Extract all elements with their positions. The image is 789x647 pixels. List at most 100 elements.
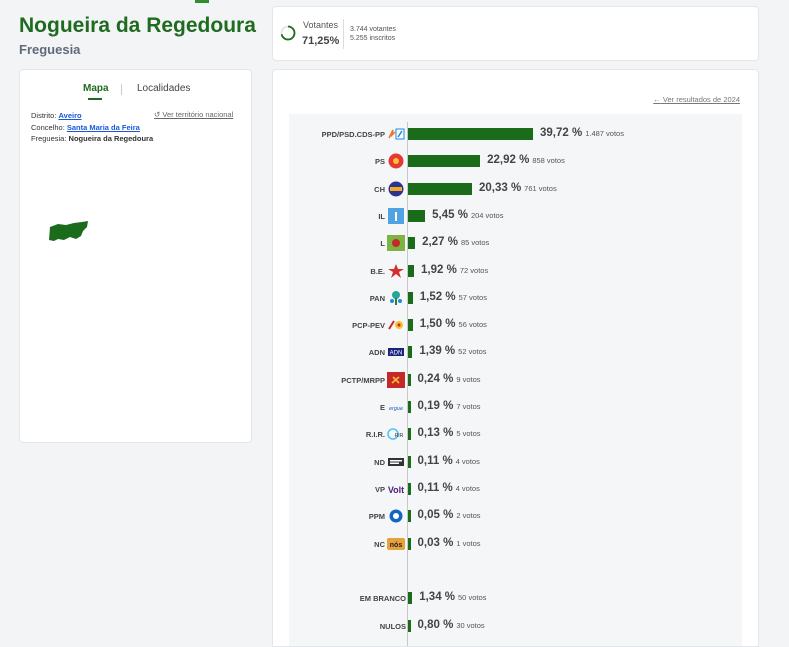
party-label: ND xyxy=(374,457,385,467)
result-pct-label: 0,13 % 5 votos xyxy=(418,427,481,439)
result-pct-value: 2,27 % xyxy=(422,236,458,249)
result-bar[interactable] xyxy=(408,428,411,441)
concelho-row: Concelho: Santa Maria da Feira xyxy=(31,123,140,132)
result-row: B.E. 1,92 % 72 votos xyxy=(289,262,742,282)
pctp-logo-icon xyxy=(387,371,405,388)
result-pct-label: 0,11 % 4 votos xyxy=(418,455,480,467)
result-votes-label: 57 votos xyxy=(458,292,487,302)
result-row: PPM 0,05 % 2 votos xyxy=(289,507,742,527)
result-bar[interactable] xyxy=(408,346,413,359)
ver-resultados-label: Ver resultados de 2024 xyxy=(662,95,740,104)
pan-logo-icon xyxy=(387,290,405,306)
result-bar[interactable] xyxy=(408,128,533,140)
freguesia-map-shape[interactable] xyxy=(48,219,90,243)
party-label: R.I.R. xyxy=(365,430,385,440)
result-pct-label: 1,34 % 50 votos xyxy=(419,591,486,603)
result-row: NULOS 0,80 % 30 votos xyxy=(289,617,742,637)
results-card: ← Ver resultados de 2024 PPD/PSD.CDS-PP 3… xyxy=(272,69,759,647)
active-tab-indicator xyxy=(88,98,102,100)
result-bar[interactable] xyxy=(408,482,411,495)
result-bar[interactable] xyxy=(408,619,411,632)
result-votes-label: 85 votos xyxy=(460,238,490,248)
party-label: L xyxy=(380,239,385,249)
result-pct-value: 1,50 % xyxy=(419,318,456,331)
result-bar[interactable] xyxy=(408,319,413,332)
party-label: PCP-PEV xyxy=(352,321,385,331)
votantes-count: 3.744 votantes xyxy=(350,26,396,33)
map-tabs: Mapa Localidades xyxy=(20,83,251,101)
result-votes-label: 858 votos xyxy=(532,156,565,166)
result-bar[interactable] xyxy=(408,455,411,468)
result-row: L 2,27 % 85 votos xyxy=(289,234,742,254)
result-row: R.I.R. RIR 0,13 % 5 votos xyxy=(289,425,742,445)
page-subtitle: Freguesia xyxy=(19,42,81,57)
result-bar[interactable] xyxy=(408,401,411,413)
result-votes-label: 7 votos xyxy=(456,402,481,411)
result-bar[interactable] xyxy=(408,182,472,195)
result-pct-value: 0,80 % xyxy=(417,618,454,631)
party-label: PAN xyxy=(369,293,385,303)
result-pct-value: 0,03 % xyxy=(417,536,454,549)
svg-text:RIR: RIR xyxy=(395,433,404,439)
result-pct-label: 0,19 % 7 votos xyxy=(418,400,481,412)
inscritos-count: 5.255 inscritos xyxy=(350,35,396,42)
votantes-progress-ring xyxy=(280,25,296,41)
result-row: PS 22,92 % 858 votos xyxy=(289,152,742,172)
result-pct-value: 0,19 % xyxy=(417,400,454,412)
distrito-link[interactable]: Aveiro xyxy=(59,111,82,120)
result-pct-value: 39,72 % xyxy=(540,127,583,139)
ppm-logo-icon xyxy=(387,508,405,524)
ver-territorio-link[interactable]: ↺ Ver território nacional xyxy=(154,110,233,119)
result-pct-value: 0,05 % xyxy=(417,509,454,522)
rir-logo-icon: RIR xyxy=(387,426,405,442)
result-votes-label: 204 votos xyxy=(470,210,504,220)
concelho-link[interactable]: Santa Maria da Feira xyxy=(67,123,140,132)
result-pct-value: 0,24 % xyxy=(417,372,454,385)
result-bar[interactable] xyxy=(408,537,411,550)
party-label: EM BRANCO xyxy=(359,594,406,604)
result-votes-label: 1 votos xyxy=(456,538,481,548)
result-row: PAN 1,52 % 57 votos xyxy=(289,289,742,309)
result-pct-label: 0,80 % 30 votos xyxy=(418,619,485,631)
result-bar[interactable] xyxy=(408,155,481,168)
result-pct-value: 5,45 % xyxy=(432,208,468,221)
result-pct-label: 0,11 % 4 votos xyxy=(418,482,480,494)
svg-text:Volt: Volt xyxy=(388,485,404,495)
map-card: Mapa Localidades Distrito: Aveiro Concel… xyxy=(19,69,252,443)
tab-mapa[interactable]: Mapa xyxy=(83,83,109,94)
svg-text:ADN: ADN xyxy=(390,351,403,357)
party-label: IL xyxy=(378,211,385,221)
party-label: PCTP/MRPP xyxy=(341,375,385,385)
party-label: PS xyxy=(374,157,385,167)
result-votes-label: 30 votos xyxy=(456,620,485,630)
result-row: PCP-PEV 1,50 % 56 votos xyxy=(289,316,742,336)
result-bar[interactable] xyxy=(408,592,413,605)
result-bar[interactable] xyxy=(408,264,415,277)
cdu-logo-icon xyxy=(387,317,405,333)
result-bar[interactable] xyxy=(408,237,416,250)
votantes-card: Votantes 71,25% 3.744 votantes 5.255 ins… xyxy=(272,6,759,61)
result-pct-label: 5,45 % 204 votos xyxy=(432,209,503,221)
party-label: NULOS xyxy=(379,621,406,631)
result-pct-value: 0,11 % xyxy=(417,481,453,494)
adn-logo-icon: ADN xyxy=(387,344,405,360)
result-bar[interactable] xyxy=(408,209,426,222)
result-bar[interactable] xyxy=(408,510,411,523)
result-pct-label: 1,92 % 72 votos xyxy=(421,264,488,276)
party-label: E xyxy=(379,403,385,412)
ver-resultados-2024-link[interactable]: ← Ver resultados de 2024 xyxy=(653,95,740,104)
result-pct-value: 0,13 % xyxy=(417,427,454,440)
nd-logo-icon xyxy=(387,454,405,470)
top-accent-bar xyxy=(195,0,209,3)
party-label: ADN xyxy=(368,348,385,358)
result-votes-label: 4 votos xyxy=(455,483,480,493)
result-bar[interactable] xyxy=(408,373,411,386)
nc-logo-icon: nós xyxy=(387,536,405,552)
result-row: CH 20,33 % 761 votos xyxy=(289,180,742,200)
concelho-label: Concelho: xyxy=(31,123,65,132)
result-votes-label: 52 votos xyxy=(458,347,487,357)
result-bar[interactable] xyxy=(408,291,413,304)
tab-localidades[interactable]: Localidades xyxy=(137,83,190,94)
result-row: ADN ADN 1,39 % 52 votos xyxy=(289,343,742,363)
page-title: Nogueira da Regedoura xyxy=(19,14,256,37)
